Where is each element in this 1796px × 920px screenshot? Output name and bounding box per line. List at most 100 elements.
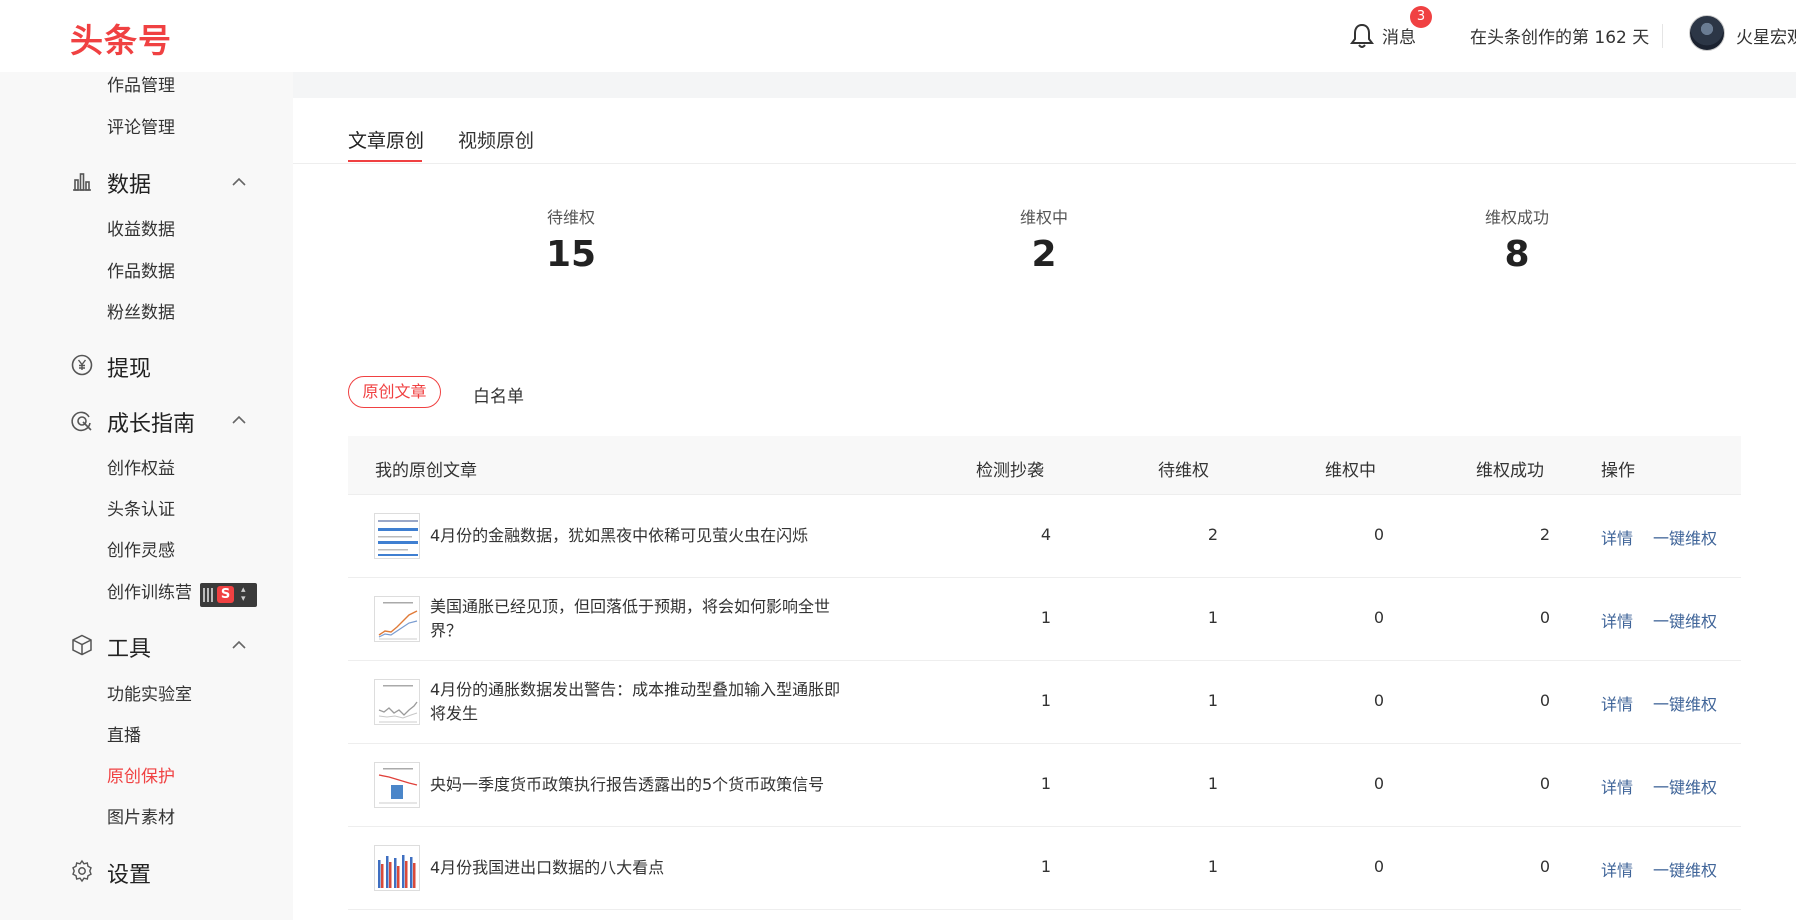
sidebar-section-settings[interactable]: 设置 bbox=[107, 857, 151, 889]
filter-whitelist[interactable]: 白名单 bbox=[473, 382, 524, 407]
table-row: 4月份的通胀数据发出警告：成本推动型叠加输入型通胀即将发生 1 1 0 0 详情… bbox=[348, 661, 1741, 744]
in-progress-count: 0 bbox=[1373, 691, 1384, 710]
detail-link[interactable]: 详情 bbox=[1601, 774, 1633, 798]
success-count: 2 bbox=[1539, 525, 1550, 544]
stat-value: 8 bbox=[1504, 234, 1530, 275]
in-progress-count: 0 bbox=[1373, 857, 1384, 876]
stat-value: 15 bbox=[545, 234, 597, 275]
article-title[interactable]: 美国通胀已经见顶，但回落低于预期，将会如何影响全世界？ bbox=[430, 595, 850, 643]
col-header-success: 维权成功 bbox=[1476, 461, 1544, 481]
sidebar-item-inspiration[interactable]: 创作灵感 bbox=[107, 536, 175, 561]
table-row: 美国通胀已经见顶，但回落低于预期，将会如何影响全世界？ 1 1 0 0 详情 一… bbox=[348, 578, 1741, 661]
sidebar-item-revenue-data[interactable]: 收益数据 bbox=[107, 215, 175, 240]
chevron-up-icon[interactable] bbox=[231, 177, 247, 187]
active-tab-indicator bbox=[348, 160, 422, 162]
article-title[interactable]: 央妈一季度货币政策执行报告透露出的5个货币政策信号 bbox=[430, 773, 850, 797]
detail-link[interactable]: 详情 bbox=[1601, 691, 1633, 715]
article-thumbnail[interactable] bbox=[374, 845, 420, 891]
col-header-actions: 操作 bbox=[1601, 461, 1635, 481]
success-count: 0 bbox=[1539, 857, 1550, 876]
stat-value: 2 bbox=[1031, 234, 1057, 275]
sidebar-section-tools[interactable]: 工具 bbox=[107, 631, 151, 663]
bell-icon[interactable] bbox=[1349, 22, 1375, 50]
one-click-claim-link[interactable]: 一键维权 bbox=[1653, 857, 1717, 881]
sidebar-item-lab[interactable]: 功能实验室 bbox=[107, 680, 192, 705]
sidebar-item-training[interactable]: 创作训练营 bbox=[107, 578, 192, 603]
detail-link[interactable]: 详情 bbox=[1601, 608, 1633, 632]
keyboard-icon bbox=[203, 588, 215, 602]
growth-icon bbox=[71, 411, 92, 432]
chevron-up-icon[interactable] bbox=[231, 415, 247, 425]
tab-article-original[interactable]: 文章原创 bbox=[348, 126, 424, 153]
tab-video-original[interactable]: 视频原创 bbox=[458, 126, 534, 153]
detail-link[interactable]: 详情 bbox=[1601, 857, 1633, 881]
sidebar-item-comments[interactable]: 评论管理 bbox=[107, 113, 175, 138]
article-thumbnail[interactable] bbox=[374, 679, 420, 725]
filter-original-articles[interactable]: 原创文章 bbox=[348, 376, 441, 408]
one-click-claim-link[interactable]: 一键维权 bbox=[1653, 691, 1717, 715]
detected-count: 1 bbox=[1040, 774, 1051, 793]
article-thumbnail[interactable] bbox=[374, 762, 420, 808]
stat-label: 维权成功 bbox=[1484, 208, 1549, 227]
sidebar-item-image-assets[interactable]: 图片素材 bbox=[107, 803, 175, 828]
article-title[interactable]: 4月份的金融数据，犹如黑夜中依稀可见萤火虫在闪烁 bbox=[430, 524, 850, 548]
sidebar-item-certification[interactable]: 头条认证 bbox=[107, 495, 175, 520]
stat-in-progress: 维权中 2 bbox=[924, 204, 1164, 275]
col-header-pending: 待维权 bbox=[1158, 461, 1209, 481]
table-row: 央妈一季度货币政策执行报告透露出的5个货币政策信号 1 1 0 0 详情 一键维… bbox=[348, 744, 1741, 827]
one-click-claim-link[interactable]: 一键维权 bbox=[1653, 525, 1717, 549]
arrows-icon: ▴ ▾ bbox=[241, 585, 246, 604]
messages-label[interactable]: 消息 bbox=[1382, 23, 1416, 48]
creation-days-text: 在头条创作的第 162 天 bbox=[1470, 28, 1650, 48]
stat-pending: 待维权 15 bbox=[451, 204, 691, 275]
table-header: 我的原创文章 检测抄袭 待维权 维权中 维权成功 操作 bbox=[348, 436, 1741, 495]
pending-count: 1 bbox=[1207, 774, 1218, 793]
stat-success: 维权成功 8 bbox=[1397, 204, 1637, 275]
sidebar-item-works-data[interactable]: 作品数据 bbox=[107, 257, 175, 282]
pending-count: 1 bbox=[1207, 857, 1218, 876]
bar-chart-icon bbox=[73, 173, 91, 191]
avatar[interactable] bbox=[1689, 15, 1725, 51]
table-row: 4月份的金融数据，犹如黑夜中依稀可见萤火虫在闪烁 4 2 0 2 详情 一键维权 bbox=[348, 495, 1741, 578]
col-header-in-progress: 维权中 bbox=[1325, 461, 1376, 481]
article-title[interactable]: 4月份我国进出口数据的八大看点 bbox=[430, 856, 850, 880]
chevron-up-icon[interactable] bbox=[231, 640, 247, 650]
one-click-claim-link[interactable]: 一键维权 bbox=[1653, 608, 1717, 632]
article-title[interactable]: 4月份的通胀数据发出警告：成本推动型叠加输入型通胀即将发生 bbox=[430, 678, 850, 726]
success-count: 0 bbox=[1539, 774, 1550, 793]
sidebar-section-withdraw[interactable]: 提现 bbox=[107, 351, 151, 383]
article-thumbnail[interactable] bbox=[374, 596, 420, 642]
header-divider bbox=[1662, 24, 1663, 48]
detected-count: 1 bbox=[1040, 608, 1051, 627]
top-header: 头条号 3 消息 在头条创作的第 162 天 火星宏观 bbox=[0, 0, 1796, 72]
success-count: 0 bbox=[1539, 691, 1550, 710]
detected-count: 1 bbox=[1040, 691, 1051, 710]
col-header-article: 我的原创文章 bbox=[375, 461, 477, 481]
table-row: 4月份我国进出口数据的八大看点 1 1 0 0 详情 一键维权 bbox=[348, 827, 1741, 910]
tabs-divider bbox=[293, 163, 1796, 164]
success-count: 0 bbox=[1539, 608, 1550, 627]
sidebar-item-fans-data[interactable]: 粉丝数据 bbox=[107, 298, 175, 323]
main-panel: 文章原创 视频原创 待维权 15 维权中 2 维权成功 8 原创文章 白名单 我… bbox=[293, 98, 1796, 920]
sidebar-item-live[interactable]: 直播 bbox=[107, 721, 141, 746]
one-click-claim-link[interactable]: 一键维权 bbox=[1653, 774, 1717, 798]
brand-logo[interactable]: 头条号 bbox=[70, 14, 172, 62]
sidebar-section-growth[interactable]: 成长指南 bbox=[107, 406, 195, 438]
pending-count: 1 bbox=[1207, 691, 1218, 710]
detected-count: 4 bbox=[1040, 525, 1051, 544]
pending-count: 2 bbox=[1207, 525, 1218, 544]
sidebar: 作品管理 评论管理 数据 收益数据 作品数据 粉丝数据 提现 成长指南 创作权益… bbox=[0, 72, 293, 920]
yuan-icon bbox=[71, 354, 93, 376]
sidebar-item-original-protection[interactable]: 原创保护 bbox=[107, 762, 175, 787]
col-header-detected: 检测抄袭 bbox=[976, 461, 1044, 481]
in-progress-count: 0 bbox=[1373, 608, 1384, 627]
article-thumbnail[interactable] bbox=[374, 513, 420, 559]
cube-icon bbox=[72, 634, 92, 656]
sidebar-section-data[interactable]: 数据 bbox=[107, 167, 151, 199]
username[interactable]: 火星宏观 bbox=[1736, 23, 1796, 48]
ime-toolbar[interactable]: S ▴ ▾ bbox=[200, 583, 257, 607]
detail-link[interactable]: 详情 bbox=[1601, 525, 1633, 549]
sidebar-item-creator-rights[interactable]: 创作权益 bbox=[107, 454, 175, 479]
sidebar-item-works[interactable]: 作品管理 bbox=[107, 71, 175, 96]
gear-icon bbox=[72, 859, 92, 883]
